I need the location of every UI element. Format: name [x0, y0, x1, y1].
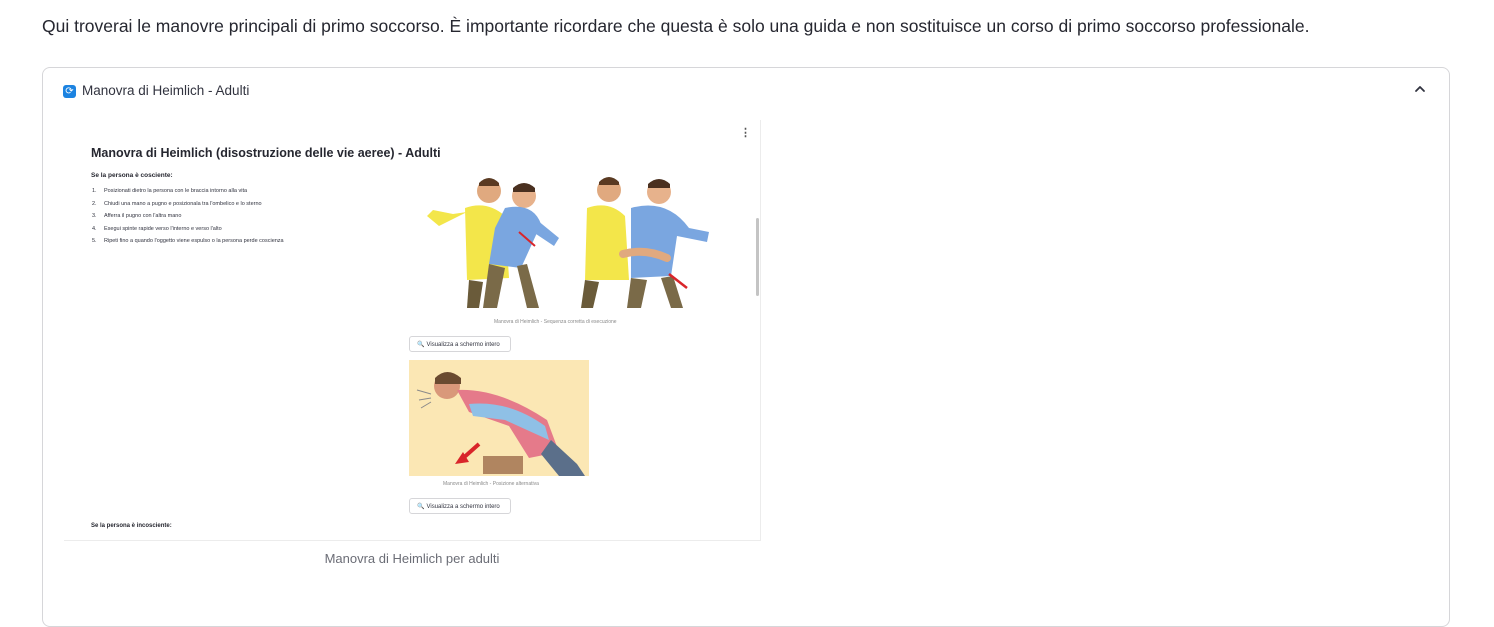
intro-text: Qui troverai le manovre principali di pr…	[42, 16, 1310, 36]
step-item: 2. Chiudi una mano a pugno e posizionala …	[92, 200, 262, 207]
expander-heimlich-adulti: ⟳ Manovra di Heimlich - Adulti ⋮ Manovra…	[42, 67, 1450, 627]
chevron-up-icon[interactable]	[1413, 82, 1427, 96]
embedded-document-frame: ⋮ Manovra di Heimlich (disostruzione del…	[64, 120, 761, 541]
expander-title: Manovra di Heimlich - Adulti	[82, 83, 250, 98]
steps-list: 1. Posizionati dietro la persona con le b…	[92, 188, 284, 251]
conscious-heading: Se la persona è cosciente:	[91, 172, 173, 179]
step-item: 1. Posizionati dietro la persona con le b…	[92, 188, 248, 194]
image2-caption: Manovra di Heimlich - Posizione alternat…	[443, 481, 539, 487]
fullscreen-button-1[interactable]: 🔍 Visualizza a schermo intero	[409, 336, 511, 352]
image1-caption: Manovra di Heimlich - Sequenza corretta …	[494, 319, 617, 325]
heimlich-sequence-illustration	[409, 168, 709, 314]
step-item: 4. Esegui spinte rapide verso l'interno e…	[92, 225, 222, 232]
step-item: 5. Ripeti fino a quando l'oggetto viene e…	[92, 238, 284, 245]
fullscreen-button-2[interactable]: 🔍 Visualizza a schermo intero	[409, 498, 511, 514]
step-item: 3. Afferra il pugno con l'altra mano	[92, 213, 182, 220]
heimlich-alternative-illustration	[409, 360, 589, 476]
frame-menu-icon[interactable]: ⋮	[740, 126, 751, 139]
expander-header[interactable]: ⟳ Manovra di Heimlich - Adulti	[43, 68, 1449, 114]
unconscious-heading: Se la persona è incosciente:	[91, 523, 172, 529]
document-title: Manovra di Heimlich (disostruzione delle…	[91, 146, 441, 160]
frame-scrollbar[interactable]	[756, 218, 759, 296]
magnifier-icon: 🔍	[417, 504, 425, 510]
magnifier-icon: 🔍	[417, 342, 425, 348]
embed-caption: Manovra di Heimlich per adulti	[324, 551, 500, 566]
refresh-square-icon: ⟳	[63, 85, 76, 98]
